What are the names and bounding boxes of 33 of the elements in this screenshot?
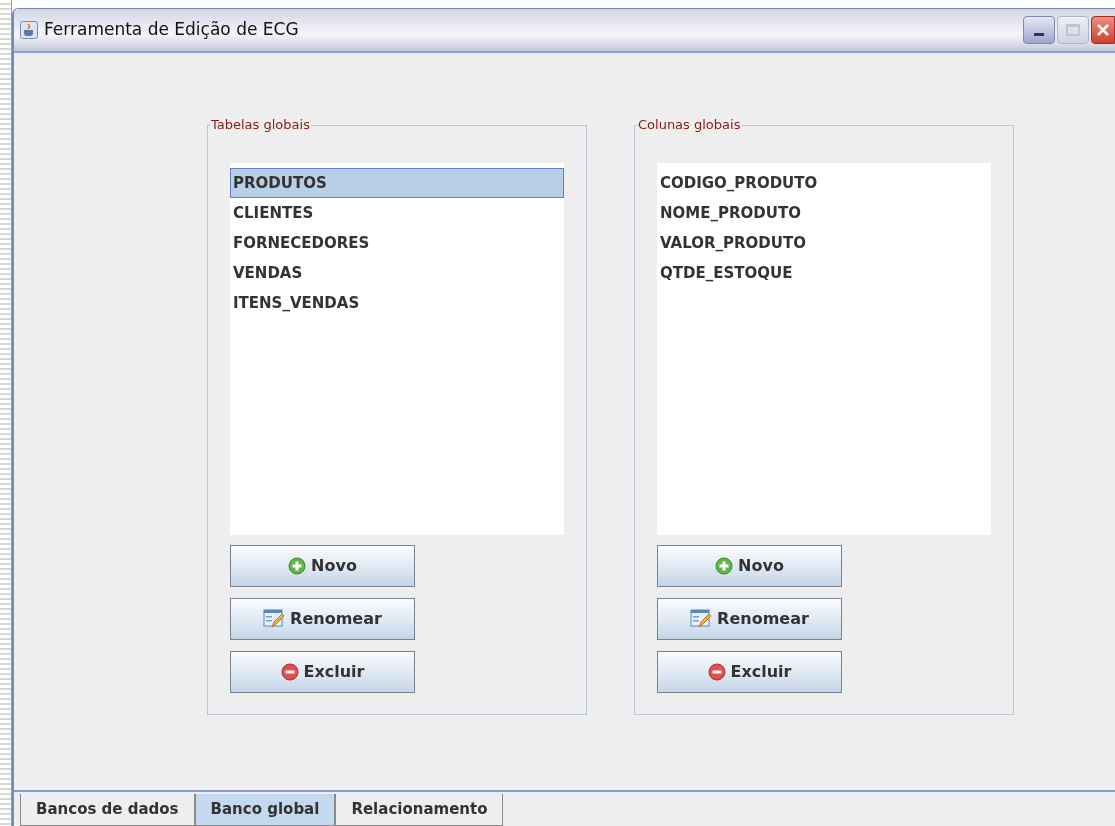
list-item[interactable]: NOME_PRODUTO [657, 198, 991, 228]
list-item[interactable]: PRODUTOS [230, 168, 564, 198]
list-item[interactable]: ITENS_VENDAS [230, 288, 564, 318]
maximize-icon [1066, 24, 1080, 36]
tab[interactable]: Banco global [194, 794, 336, 826]
minimize-button[interactable] [1023, 16, 1055, 44]
close-button[interactable] [1091, 16, 1115, 44]
edit-form-icon [690, 609, 713, 629]
group-title: Tabelas globais [210, 117, 311, 133]
tab[interactable]: Relacionamento [335, 794, 504, 826]
action-button[interactable]: Excluir [230, 651, 415, 693]
action-button[interactable]: Excluir [657, 651, 842, 693]
list-item[interactable]: CODIGO_PRODUTO [657, 168, 991, 198]
action-button[interactable]: Renomear [230, 598, 415, 640]
minimize-icon [1034, 33, 1044, 36]
close-icon [1096, 23, 1110, 37]
group-title: Colunas globais [637, 117, 742, 133]
list-item[interactable]: VENDAS [230, 258, 564, 288]
list-item[interactable]: CLIENTES [230, 198, 564, 228]
edit-form-icon [263, 609, 286, 629]
action-button[interactable]: Renomear [657, 598, 842, 640]
minus-icon [707, 663, 726, 681]
list-item[interactable]: VALOR_PRODUTO [657, 228, 991, 258]
tab[interactable]: Bancos de dados [20, 794, 195, 826]
action-button[interactable]: Novo [657, 545, 842, 587]
window-title: Ferramenta de Edição de ECG [44, 18, 299, 42]
action-button[interactable]: Novo [230, 545, 415, 587]
list-item[interactable]: QTDE_ESTOQUE [657, 258, 991, 288]
coffee-cup-icon [20, 21, 38, 39]
plus-icon [288, 557, 307, 575]
minus-icon [280, 663, 299, 681]
list-item[interactable]: FORNECEDORES [230, 228, 564, 258]
plus-icon [715, 557, 734, 575]
